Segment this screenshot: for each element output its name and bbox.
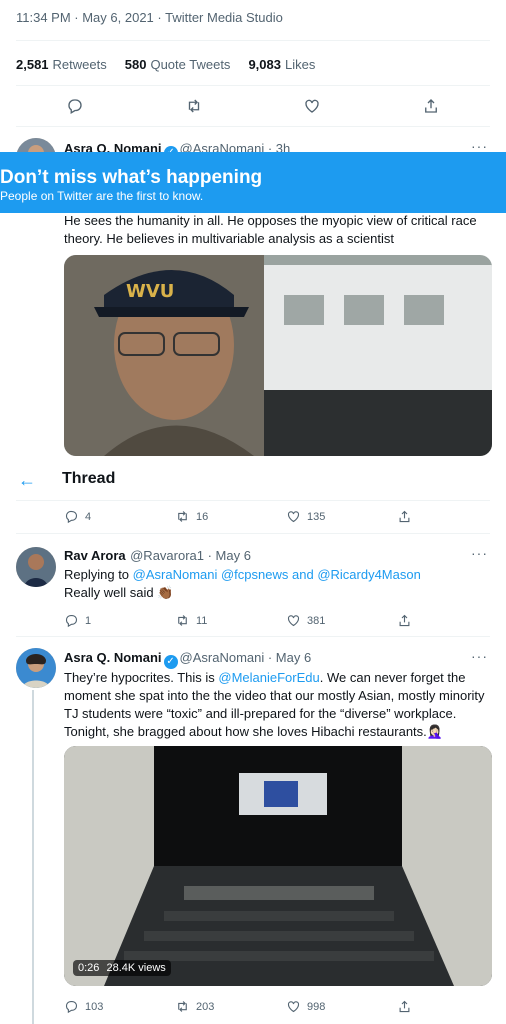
video-info: 0:26 28.4K views xyxy=(73,960,171,976)
share-icon xyxy=(399,510,410,523)
thread-tweet-actions: 4 16 135 xyxy=(64,509,506,524)
replying-to: Replying to @AsraNomani @fcpsnews and @R… xyxy=(64,567,421,582)
likes-stat[interactable]: 9,083 Likes xyxy=(248,57,315,72)
tweet-author[interactable]: Asra Q. Nomani ✓ @AsraNomani · May 6 xyxy=(64,649,311,669)
thread-connector xyxy=(32,690,34,1024)
more-options-icon[interactable]: ··· xyxy=(471,545,488,561)
cap-logo: WVU xyxy=(126,281,174,302)
share-button[interactable] xyxy=(397,613,506,628)
mention-link[interactable]: @Ricardy4Mason xyxy=(317,567,421,582)
divider xyxy=(16,636,490,637)
banner-subtitle: People on Twitter are the first to know. xyxy=(0,189,204,203)
divider xyxy=(16,40,490,41)
avatar[interactable] xyxy=(16,648,56,688)
reply-icon xyxy=(65,1000,78,1014)
facepalm-emoji: 🤦🏻‍♀️ xyxy=(426,724,443,739)
retweet-icon[interactable] xyxy=(184,96,204,116)
retweets-stat[interactable]: 2,581 Retweets xyxy=(16,57,107,72)
like-button[interactable]: 135 xyxy=(286,509,397,524)
divider xyxy=(16,85,490,86)
more-options-icon[interactable]: ··· xyxy=(471,648,488,664)
tweet-text: He sees the humanity in all. He opposes … xyxy=(64,213,477,246)
retweet-icon xyxy=(178,1001,187,1012)
like-icon xyxy=(287,615,300,627)
reply-button[interactable]: 1 xyxy=(64,613,175,628)
avatar[interactable] xyxy=(16,547,56,587)
share-button[interactable] xyxy=(397,509,506,524)
retweet-button[interactable]: 11 xyxy=(175,613,286,628)
like-icon[interactable] xyxy=(302,96,322,116)
quote-tweets-stat[interactable]: 580 Quote Tweets xyxy=(125,57,231,72)
back-arrow-icon[interactable]: ← xyxy=(18,470,36,491)
reply-button[interactable]: 103 xyxy=(64,999,175,1014)
like-button[interactable]: 998 xyxy=(286,999,397,1014)
verified-icon: ✓ xyxy=(163,655,178,669)
signup-banner[interactable]: Don’t miss what’s happening People on Tw… xyxy=(0,152,506,213)
video-views: 28.4K views xyxy=(106,962,166,974)
main-tweet-actions xyxy=(16,96,490,116)
retweet-button[interactable]: 203 xyxy=(175,999,286,1014)
share-icon[interactable] xyxy=(421,96,441,116)
share-button[interactable] xyxy=(397,999,506,1014)
video-duration: 0:26 xyxy=(78,962,100,974)
tweet-text: Really well said 👏🏾 xyxy=(64,585,174,600)
mention-link[interactable]: @MelanieForEdu xyxy=(218,670,319,685)
divider xyxy=(16,500,490,501)
reply2-actions: 103 203 998 xyxy=(64,999,506,1014)
divider xyxy=(16,126,490,127)
banner-title: Don’t miss what’s happening xyxy=(0,167,263,188)
tweet-timestamp[interactable]: 11:34 PM · May 6, 2021 · Twitter Media S… xyxy=(16,10,283,25)
reply-button[interactable]: 4 xyxy=(64,509,175,524)
tweet-stats: 2,581 Retweets 580 Quote Tweets 9,083 Likes xyxy=(16,57,315,72)
reply-icon xyxy=(65,614,78,628)
tweet-photo[interactable]: WVU xyxy=(64,255,492,456)
retweet-button[interactable]: 16 xyxy=(175,509,286,524)
reply-icon[interactable] xyxy=(65,96,85,116)
tweet-author[interactable]: Rav Arora @Ravarora1 · May 6 xyxy=(64,547,251,565)
divider xyxy=(16,533,490,534)
share-icon xyxy=(399,614,410,627)
reply1-actions: 1 11 381 xyxy=(64,613,506,628)
tweet-text: They’re hypocrites. This is @MelanieForE… xyxy=(64,670,485,739)
mention-link[interactable]: @AsraNomani @fcpsnews xyxy=(133,567,289,582)
thread-title: Thread xyxy=(62,470,116,487)
like-icon xyxy=(287,511,300,523)
retweet-icon xyxy=(178,511,187,522)
tweet-video[interactable]: 0:26 28.4K views xyxy=(64,746,492,986)
like-icon xyxy=(287,1001,300,1013)
clap-emoji: 👏🏾 xyxy=(157,585,174,600)
like-button[interactable]: 381 xyxy=(286,613,397,628)
reply-icon xyxy=(65,510,78,524)
share-icon xyxy=(399,1000,410,1013)
retweet-icon xyxy=(178,615,187,626)
